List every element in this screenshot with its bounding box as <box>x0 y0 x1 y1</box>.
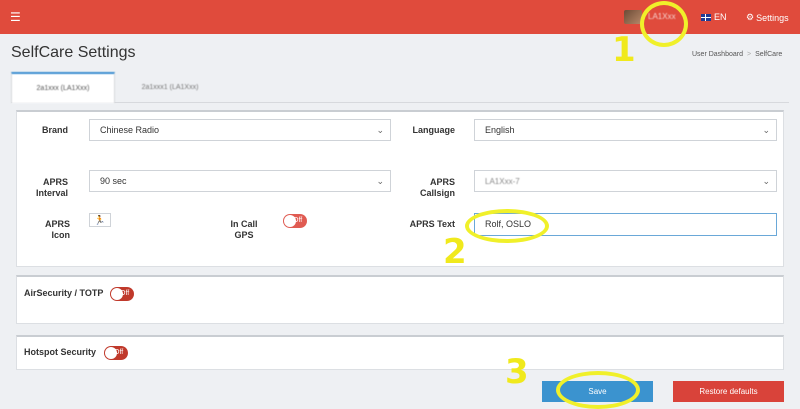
highlight-circle-2 <box>465 209 549 243</box>
air-security-label: AirSecurity / TOTP <box>24 288 104 298</box>
highlight-circle-1 <box>640 1 688 47</box>
breadcrumb: User Dashboard > SelfCare <box>692 51 782 58</box>
settings-link[interactable]: ⚙ Settings <box>746 12 789 23</box>
tab-account-1[interactable]: 2a1xxx (LA1Xxx) <box>11 72 115 103</box>
annotation-number-2: 2 <box>443 232 467 272</box>
highlight-circle-3 <box>556 371 640 409</box>
annotation-number-1: 1 <box>612 30 636 70</box>
aprs-icon-picker[interactable]: 🏃 <box>89 213 111 227</box>
aprs-interval-label-line2: Interval <box>35 188 68 198</box>
in-call-gps-label-line2: GPS <box>234 230 254 240</box>
breadcrumb-dashboard-link[interactable]: User Dashboard <box>692 51 743 58</box>
hamburger-icon[interactable]: ☰ <box>10 10 21 24</box>
aprs-interval-value: 90 sec <box>100 176 127 186</box>
in-call-gps-label: In Call GPS <box>226 219 262 241</box>
aprs-interval-label: APRS Interval <box>30 177 68 199</box>
chevron-down-icon: ⌄ <box>762 176 770 186</box>
aprs-callsign-label: APRS Callsign <box>405 177 455 199</box>
in-call-gps-label-line1: In Call <box>230 219 258 229</box>
language-select[interactable]: English ⌄ <box>474 119 777 141</box>
breadcrumb-separator: > <box>746 51 752 58</box>
gear-icon: ⚙ <box>746 12 755 22</box>
aprs-callsign-value: LA1Xxx-7 <box>485 177 520 186</box>
brand-value: Chinese Radio <box>100 125 160 135</box>
aprs-icon-label: APRS Icon <box>44 219 70 240</box>
aprs-callsign-select[interactable]: LA1Xxx-7 ⌄ <box>474 170 777 192</box>
language-code: EN <box>714 12 727 22</box>
brand-label: Brand <box>41 125 68 135</box>
aprs-callsign-label-line1: APRS <box>429 177 455 187</box>
account-tabs: 2a1xxx (LA1Xxx) 2a1xxx1 (LA1Xxx) <box>11 72 789 103</box>
chevron-down-icon: ⌄ <box>376 176 384 186</box>
tab-label: 2a1xxx1 (LA1Xxx) <box>141 83 199 91</box>
restore-defaults-button[interactable]: Restore defaults <box>673 381 784 402</box>
in-call-gps-toggle[interactable]: Off <box>283 214 307 228</box>
brand-select[interactable]: Chinese Radio ⌄ <box>89 119 391 141</box>
language-label: Language <box>412 125 455 135</box>
hotspot-security-toggle[interactable]: Off <box>104 346 128 360</box>
breadcrumb-current: SelfCare <box>755 51 783 58</box>
settings-label: Settings <box>756 12 789 23</box>
tab-label: 2a1xxx (LA1Xxx) <box>36 85 90 92</box>
tab-account-2[interactable]: 2a1xxx1 (LA1Xxx) <box>115 72 225 102</box>
hotspot-security-label: Hotspot Security <box>24 347 97 357</box>
chevron-down-icon: ⌄ <box>762 125 770 135</box>
aprs-interval-label-line1: APRS <box>42 177 68 187</box>
language-value: English <box>485 125 515 135</box>
language-selector[interactable]: EN <box>701 12 727 22</box>
aprs-text-label: APRS Text <box>409 219 455 229</box>
aprs-interval-select[interactable]: 90 sec ⌄ <box>89 170 391 192</box>
annotation-number-3: 3 <box>505 352 529 392</box>
page-title: SelfCare Settings <box>11 44 136 61</box>
hotspot-security-panel <box>16 335 784 370</box>
air-security-toggle[interactable]: Off <box>110 287 134 301</box>
uk-flag-icon <box>701 13 711 21</box>
aprs-callsign-label-line2: Callsign <box>419 188 455 198</box>
chevron-down-icon: ⌄ <box>376 125 384 135</box>
